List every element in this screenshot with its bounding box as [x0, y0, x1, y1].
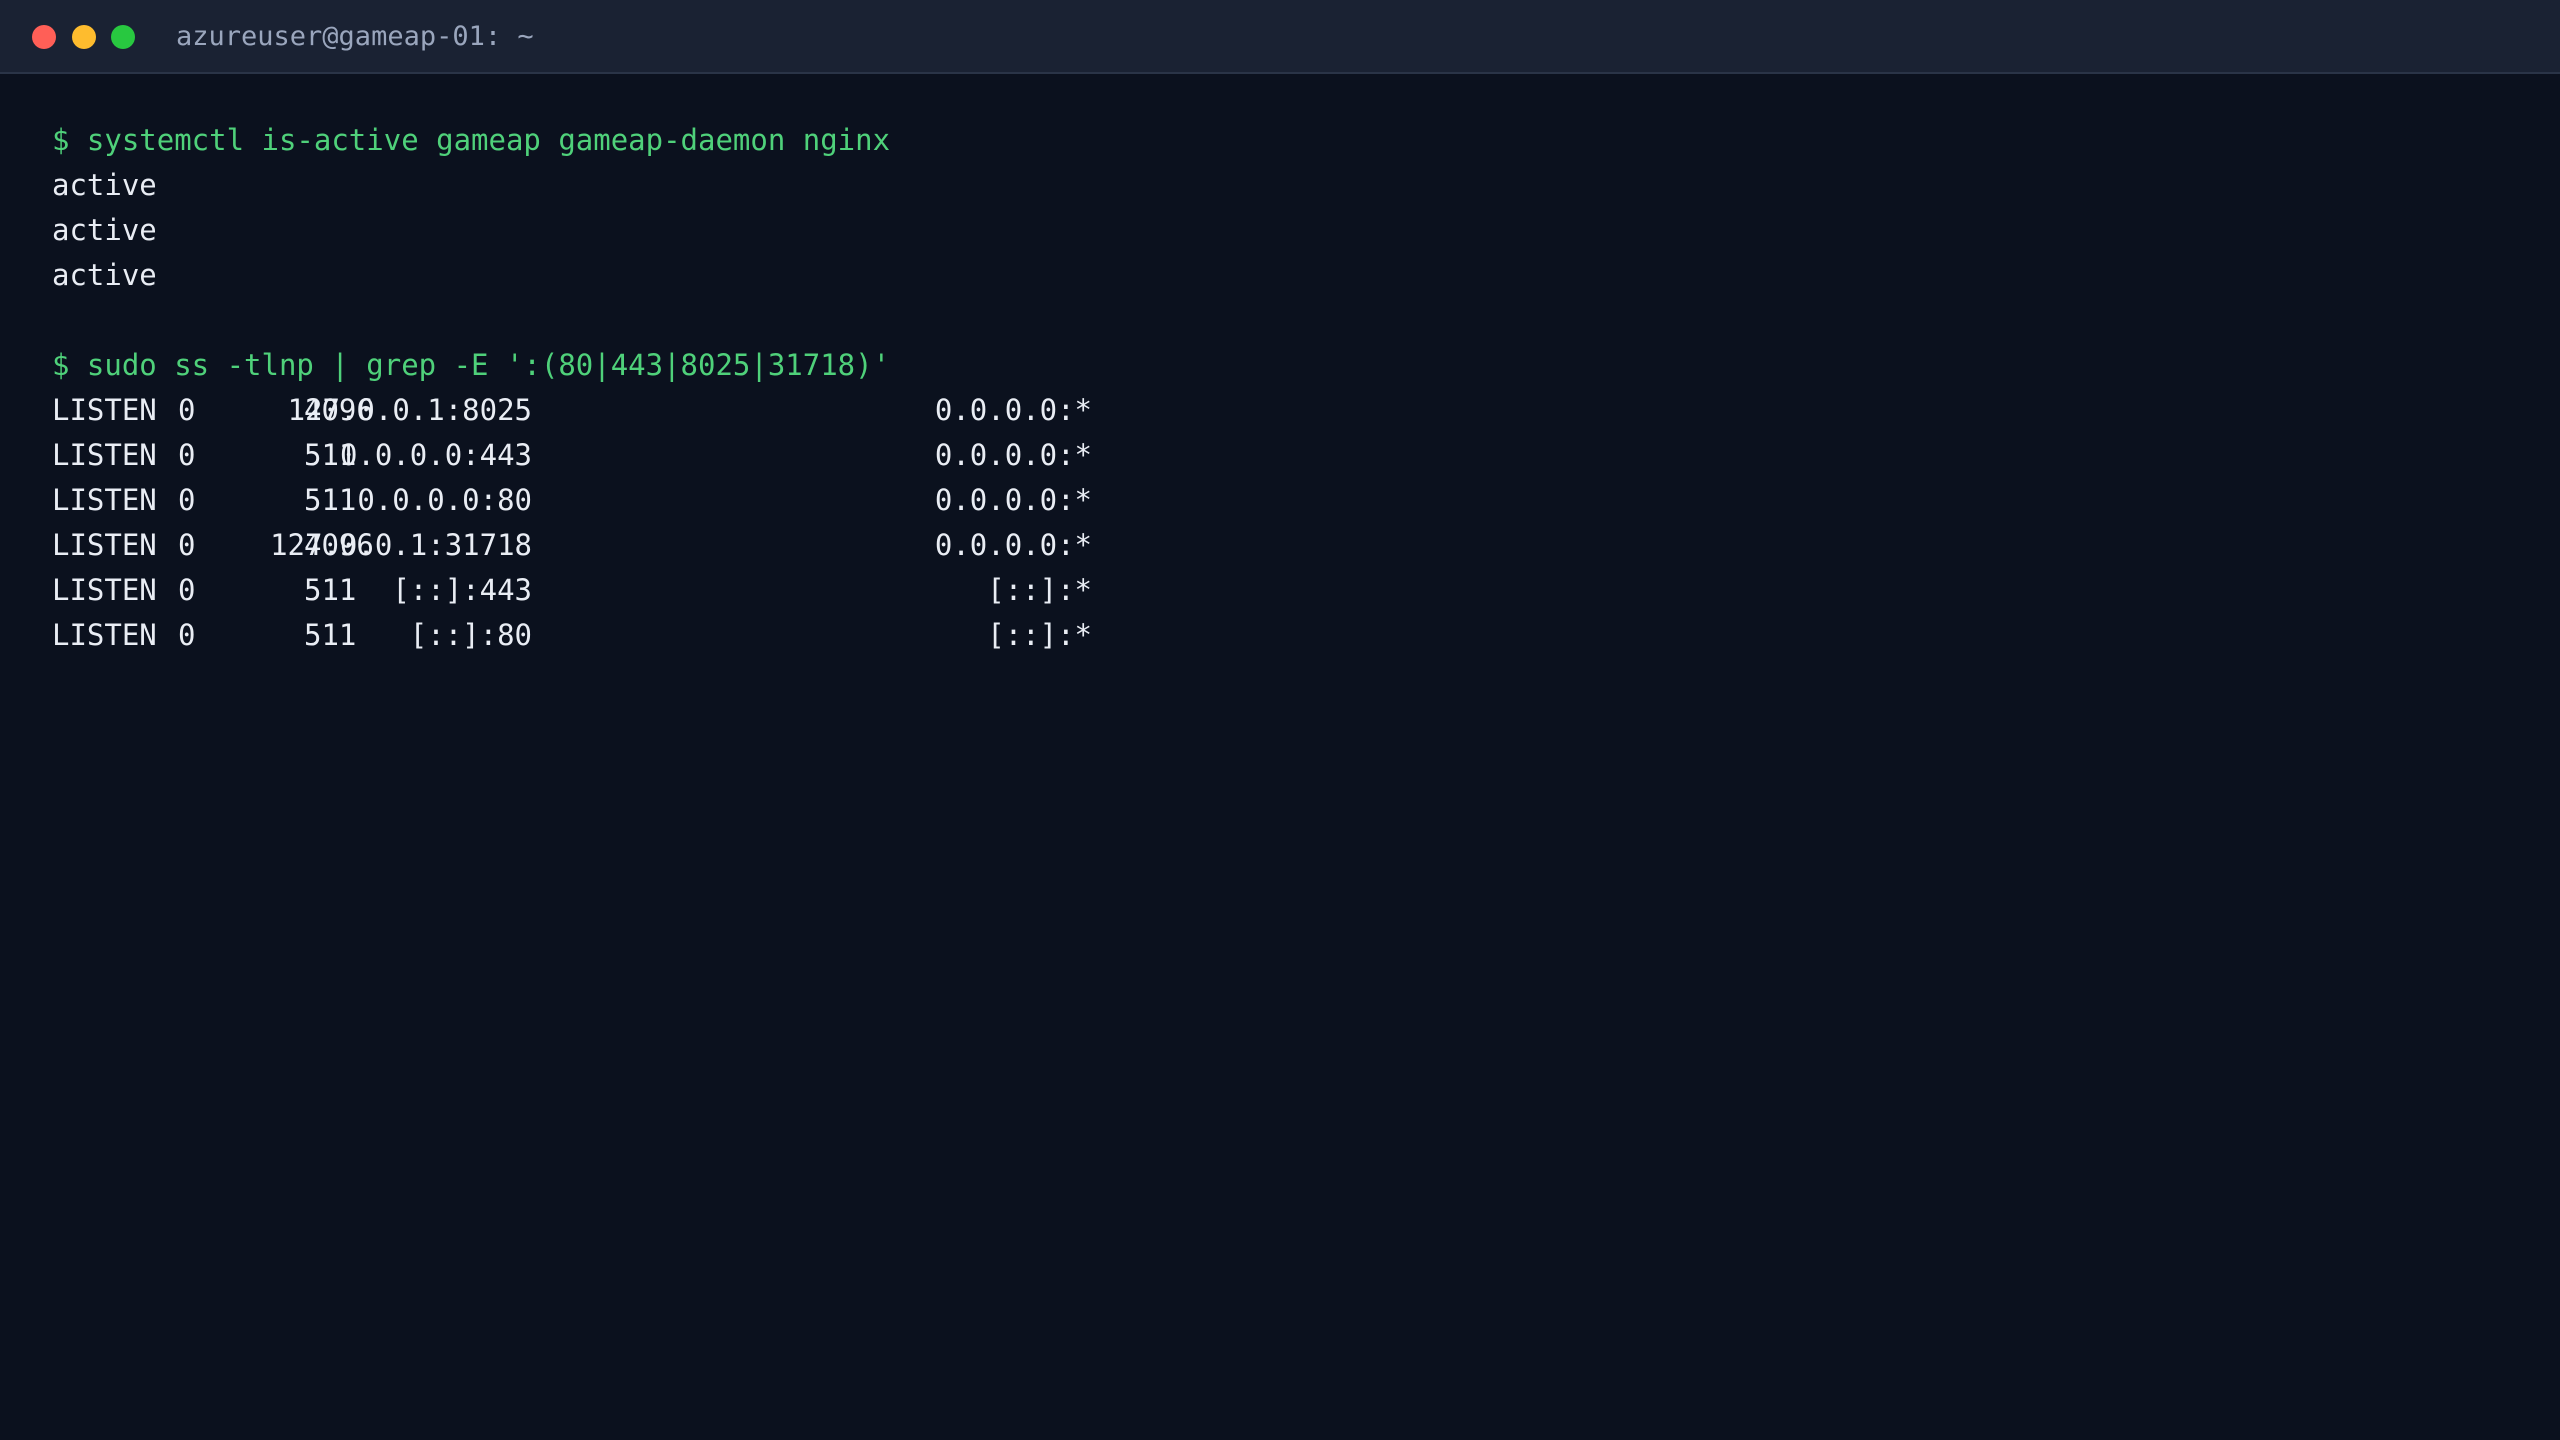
socket-row: LISTEN 0 511 [::]:443 [::]:*	[52, 568, 1092, 613]
socket-recv-q: 0	[178, 393, 196, 427]
output-line: active	[52, 213, 157, 247]
socket-state: LISTEN	[52, 438, 157, 472]
socket-row: LISTEN 0 511 0.0.0.0:80 0.0.0.0:*	[52, 478, 1092, 523]
socket-recv-q: 0	[178, 618, 196, 652]
socket-send-q: 511	[304, 618, 357, 652]
output-line: active	[52, 168, 157, 202]
minimize-window-button[interactable]	[72, 25, 96, 49]
close-window-button[interactable]	[32, 25, 56, 49]
socket-recv-q: 0	[178, 573, 196, 607]
socket-local-address: 127.0.0.1:8025	[287, 393, 532, 427]
socket-peer-address: 0.0.0.0:*	[934, 483, 1092, 517]
socket-recv-q: 0	[178, 483, 196, 517]
maximize-window-button[interactable]	[111, 25, 135, 49]
socket-send-q: 511	[304, 483, 357, 517]
socket-row: LISTEN 0 4096 127.0.0.1:8025 0.0.0.0:*	[52, 388, 1092, 433]
socket-row: LISTEN 0 511 0.0.0.0:443 0.0.0.0:*	[52, 433, 1092, 478]
socket-peer-address: 0.0.0.0:*	[934, 393, 1092, 427]
socket-local-address: [::]:443	[392, 573, 532, 607]
socket-state: LISTEN	[52, 393, 157, 427]
terminal-output[interactable]: $ systemctl is-active gameap gameap-daem…	[52, 118, 1092, 658]
socket-state: LISTEN	[52, 618, 157, 652]
output-line: active	[52, 258, 157, 292]
socket-local-address: 0.0.0.0:80	[357, 483, 532, 517]
socket-state: LISTEN	[52, 528, 157, 562]
socket-recv-q: 0	[178, 438, 196, 472]
socket-recv-q: 0	[178, 528, 196, 562]
socket-local-address: 0.0.0.0:443	[339, 438, 532, 472]
socket-state: LISTEN	[52, 573, 157, 607]
command-line: $ systemctl is-active gameap gameap-daem…	[52, 123, 891, 157]
command-line: $ sudo ss -tlnp | grep -E ':(80|443|8025…	[52, 348, 891, 382]
socket-state: LISTEN	[52, 483, 157, 517]
socket-row: LISTEN 0 4096 127.0.0.1:31718 0.0.0.0:*	[52, 523, 1092, 568]
terminal-window: azureuser@gameap-01: ~ $ systemctl is-ac…	[0, 0, 2560, 1440]
title-bar: azureuser@gameap-01: ~	[0, 0, 2560, 74]
socket-local-address: 127.0.0.1:31718	[270, 528, 532, 562]
socket-peer-address: [::]:*	[987, 573, 1092, 607]
socket-peer-address: 0.0.0.0:*	[934, 438, 1092, 472]
socket-send-q: 511	[304, 573, 357, 607]
window-title: azureuser@gameap-01: ~	[176, 21, 534, 52]
socket-row: LISTEN 0 511 [::]:80 [::]:*	[52, 613, 1092, 658]
socket-local-address: [::]:80	[409, 618, 532, 652]
socket-peer-address: [::]:*	[987, 618, 1092, 652]
socket-peer-address: 0.0.0.0:*	[934, 528, 1092, 562]
